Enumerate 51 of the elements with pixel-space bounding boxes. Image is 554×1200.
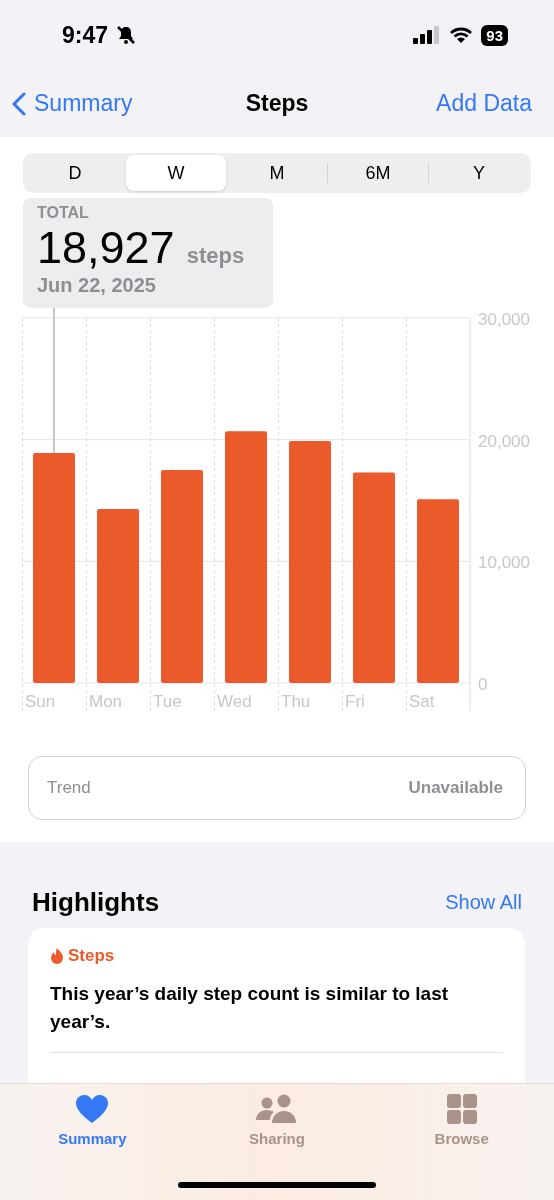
bar[interactable] [417,499,459,683]
range-tab[interactable]: Y [429,155,529,191]
wifi-icon [449,26,474,44]
day-label: Mon [89,692,123,711]
highlight-text: This year’s daily step count is similar to last year’s. [50,982,450,1034]
range-tab[interactable]: M [227,155,327,191]
day-label: Thu [281,692,311,711]
bar[interactable] [97,509,139,683]
add-data-link[interactable]: Add Data [436,90,532,117]
bar[interactable] [353,472,395,683]
axis-label: 20,000 [478,431,530,451]
status-time: 9:47 [62,21,109,49]
day-label: Tue [153,692,182,711]
people-icon [255,1094,299,1124]
battery-level: 93 [481,24,508,46]
flame-icon [50,947,64,965]
day-label: Fri [345,692,365,711]
tab-bar-item[interactable]: Browse [401,1094,522,1200]
range-tab[interactable]: 6M [328,155,428,191]
chevron-left-icon [12,91,26,116]
axis-label: 30,000 [478,310,530,329]
tab-bar-item[interactable]: Summary [32,1094,153,1200]
axis-label: 10,000 [478,553,530,573]
trend-card[interactable]: Trend Unavailable [28,756,526,820]
trend-label: Trend [47,778,91,798]
total-unit: steps [186,243,245,269]
heart-icon [75,1094,110,1124]
range-tab[interactable]: D [25,155,125,191]
highlight-category: Steps [68,946,115,966]
bar[interactable] [225,431,267,683]
show-all-link[interactable]: Show All [445,891,522,914]
tab-bar-item[interactable]: Sharing [217,1094,337,1200]
range-tab[interactable]: W [126,155,226,191]
nav-title: Steps [245,90,309,117]
total-label: TOTAL [37,204,90,222]
bell-muted-icon [116,25,137,45]
signal-icon [413,26,442,44]
total-value: 18,927 [37,222,175,274]
trend-value: Unavailable [408,778,503,798]
axis-label: 0 [478,675,488,694]
bar[interactable] [289,440,331,683]
day-label: Sun [25,692,56,711]
day-label: Sat [409,692,435,711]
bar[interactable] [161,470,203,683]
back-link[interactable]: Summary [12,90,133,117]
grid-icon [446,1094,477,1124]
day-label: Wed [217,692,252,711]
bar[interactable] [33,453,75,683]
highlight-card[interactable]: Steps This year’s daily step count is similar to last year’s. [28,928,525,1083]
section-title: Highlights [32,887,160,918]
total-date: Jun 22, 2025 [37,274,157,297]
